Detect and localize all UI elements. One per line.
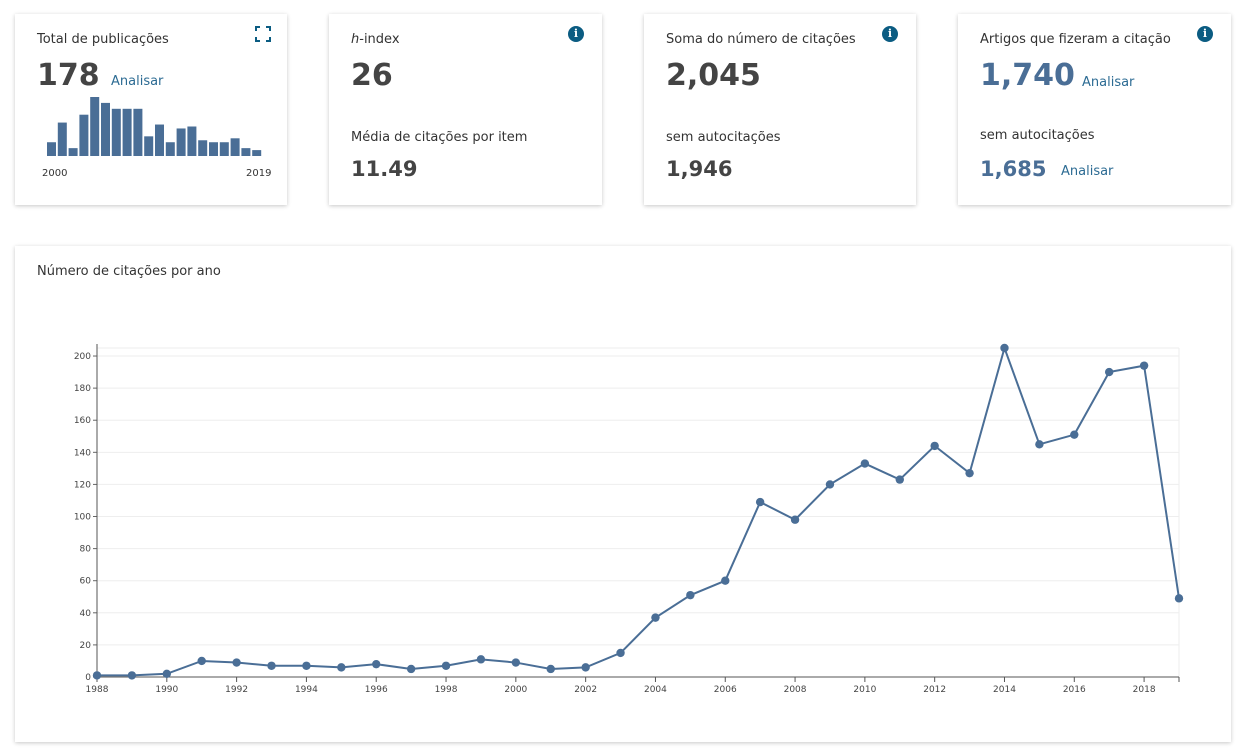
publication-bar: [57, 122, 67, 156]
year-end-label: 2019: [246, 168, 272, 179]
citing-without-self-value[interactable]: 1,685: [980, 157, 1046, 181]
analyze-publications-link[interactable]: Analisar: [111, 74, 163, 89]
chart-title: Número de citações por ano: [37, 264, 221, 279]
publication-bar: [241, 148, 251, 156]
card-title: Total de publicações: [37, 32, 169, 47]
without-self-citations-value: 1,946: [666, 157, 733, 181]
card-total-publications: Total de publicações 178 Analisar 2000 2…: [15, 14, 287, 205]
expand-icon[interactable]: [255, 26, 271, 42]
info-icon[interactable]: i: [882, 26, 898, 42]
publication-bar: [133, 108, 143, 156]
year-start-label: 2000: [42, 168, 68, 179]
h-letter: h: [351, 32, 360, 47]
publication-bar: [144, 136, 154, 156]
publication-bar: [68, 148, 78, 156]
card-citations-per-year: Número de citações por ano: [15, 246, 1231, 742]
citing-articles-value[interactable]: 1,740: [980, 58, 1075, 93]
publication-bar: [101, 102, 110, 156]
index-text: -index: [359, 32, 400, 47]
publication-bar: [187, 126, 197, 156]
without-self-citations-label: sem autocitações: [666, 130, 781, 145]
analyze-citing-articles-link[interactable]: Analisar: [1082, 75, 1134, 90]
publication-bar: [111, 108, 121, 156]
publication-bar: [122, 108, 132, 156]
publication-bar: [165, 142, 175, 156]
publications-count: 178: [37, 58, 100, 93]
publication-bar: [230, 138, 240, 156]
card-h-index: h-index i 26 Média de citações por item …: [329, 14, 602, 205]
citations-sum-value: 2,045: [666, 58, 761, 93]
info-icon[interactable]: i: [568, 26, 584, 42]
publication-bar: [219, 142, 229, 156]
card-title: Artigos que fizeram a citação: [980, 32, 1171, 47]
publication-bar: [198, 140, 208, 156]
avg-citations-value: 11.49: [351, 157, 418, 181]
card-title: Soma do número de citações: [666, 32, 856, 47]
publication-bar: [90, 97, 100, 156]
publication-bar: [79, 114, 89, 156]
publication-bar: [176, 128, 186, 156]
card-title: h-index: [351, 32, 400, 47]
publication-bar: [209, 142, 218, 156]
info-icon[interactable]: i: [1197, 26, 1213, 42]
card-citing-articles: Artigos que fizeram a citação i 1,740 An…: [958, 14, 1231, 205]
publications-per-year-bars: [47, 97, 262, 156]
h-index-value: 26: [351, 58, 393, 93]
card-citations-sum: Soma do número de citações i 2,045 sem a…: [644, 14, 916, 205]
publication-bar: [47, 142, 56, 156]
avg-citations-label: Média de citações por item: [351, 130, 528, 145]
analyze-without-self-link[interactable]: Analisar: [1061, 164, 1113, 179]
without-self-citations-label: sem autocitações: [980, 128, 1095, 143]
publication-bar: [155, 124, 164, 156]
publication-bar: [252, 150, 262, 156]
